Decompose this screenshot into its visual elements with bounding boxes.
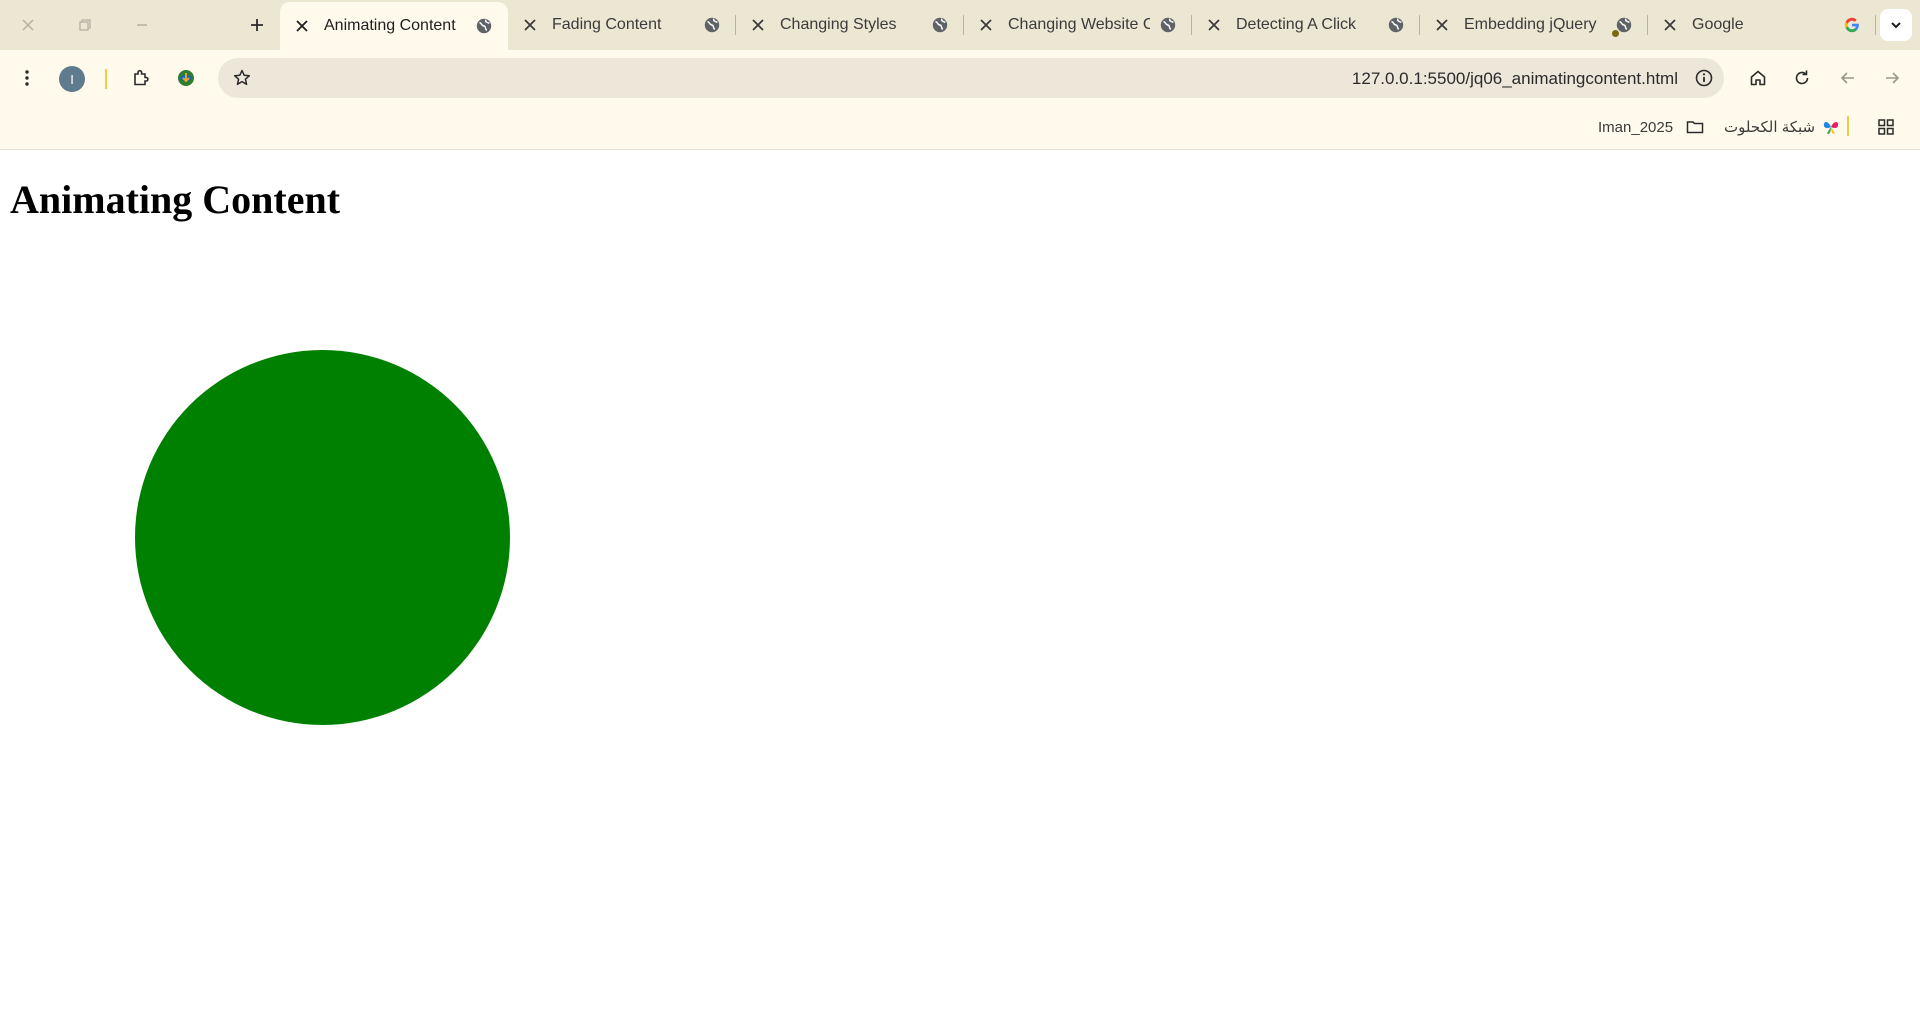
page-viewport: Animating Content bbox=[0, 151, 1920, 1013]
folder-icon bbox=[1686, 121, 1704, 134]
tab-title: Fading Content bbox=[552, 16, 662, 33]
extension-download-manager-button[interactable] bbox=[168, 60, 204, 96]
tab-title: Google bbox=[1692, 16, 1744, 33]
close-tab-button[interactable] bbox=[1432, 15, 1452, 35]
tab-list: Animating Content Fading Content Changin… bbox=[280, 0, 1876, 50]
globe-icon bbox=[1386, 15, 1406, 35]
close-tab-button[interactable] bbox=[748, 15, 768, 35]
close-window-button[interactable] bbox=[13, 10, 43, 40]
tab-separator bbox=[1875, 15, 1876, 35]
restore-window-button[interactable] bbox=[70, 10, 100, 40]
tab-embedding-jquery[interactable]: Embedding jQuery bbox=[1420, 0, 1648, 50]
close-tab-button[interactable] bbox=[976, 15, 996, 35]
tab-detecting-a-click[interactable]: Detecting A Click bbox=[1192, 0, 1420, 50]
close-icon bbox=[296, 20, 308, 32]
bookmarks-bar: Iman_2025 شبكة الكحلوت bbox=[0, 106, 1920, 150]
bookmarks-separator bbox=[1847, 116, 1849, 136]
tab-title: Changing Website Co bbox=[1008, 16, 1150, 33]
tab-fading-content[interactable]: Fading Content bbox=[508, 0, 736, 50]
close-icon bbox=[1208, 19, 1220, 31]
close-icon bbox=[524, 19, 536, 31]
bookmark-label: Iman_2025 bbox=[1598, 118, 1674, 136]
menu-button[interactable] bbox=[9, 60, 45, 96]
new-tab-button[interactable] bbox=[242, 10, 272, 40]
tab-title: Changing Styles bbox=[780, 16, 897, 33]
animated-circle bbox=[135, 350, 510, 725]
page-title: Animating Content bbox=[10, 177, 341, 222]
tab-title: Detecting A Click bbox=[1236, 16, 1357, 33]
download-manager-icon bbox=[178, 70, 194, 86]
chevron-down-icon bbox=[1891, 22, 1901, 29]
plus-icon bbox=[251, 19, 263, 31]
close-tab-button[interactable] bbox=[1660, 15, 1680, 35]
globe-icon bbox=[1158, 15, 1178, 35]
globe-icon bbox=[930, 15, 950, 35]
tab-search-button[interactable] bbox=[1880, 9, 1912, 41]
url-text[interactable]: 127.0.0.1:5500/jq06_animatingcontent.htm… bbox=[1352, 69, 1678, 89]
apps-button[interactable] bbox=[1876, 114, 1896, 140]
restore-icon bbox=[79, 19, 91, 31]
arrow-left-icon bbox=[1840, 72, 1854, 84]
toolbar-separator bbox=[105, 69, 107, 89]
globe-icon bbox=[1612, 15, 1634, 37]
tab-changing-styles[interactable]: Changing Styles bbox=[736, 0, 964, 50]
bookmark-label: شبكة الكحلوت bbox=[1724, 119, 1816, 136]
close-tab-button[interactable] bbox=[1204, 15, 1224, 35]
close-icon bbox=[22, 19, 34, 31]
reload-icon bbox=[1795, 70, 1809, 85]
close-tab-button[interactable] bbox=[520, 15, 540, 35]
extensions-button[interactable] bbox=[123, 60, 159, 96]
bookmark-alkahlout[interactable]: شبكة الكحلوت bbox=[1724, 114, 1841, 140]
forward-button[interactable] bbox=[1874, 60, 1910, 96]
globe-icon bbox=[474, 16, 494, 36]
minimize-window-button[interactable] bbox=[127, 10, 157, 40]
tab-alert-dot bbox=[1612, 30, 1619, 37]
arrow-right-icon bbox=[1886, 72, 1900, 84]
close-tab-button[interactable] bbox=[292, 16, 312, 36]
more-vertical-icon bbox=[25, 70, 29, 86]
close-icon bbox=[1664, 19, 1676, 31]
puzzle-icon bbox=[134, 69, 149, 86]
close-icon bbox=[980, 19, 992, 31]
address-bar[interactable]: 127.0.0.1:5500/jq06_animatingcontent.htm… bbox=[218, 58, 1724, 98]
profile-avatar[interactable]: I bbox=[59, 66, 85, 92]
apps-grid-icon bbox=[1878, 119, 1894, 135]
tab-strip: Animating Content Fading Content Changin… bbox=[0, 0, 1920, 50]
minimize-icon bbox=[137, 24, 147, 26]
back-button[interactable] bbox=[1830, 60, 1866, 96]
home-button[interactable] bbox=[1740, 60, 1776, 96]
home-icon bbox=[1750, 70, 1766, 86]
globe-icon bbox=[702, 15, 722, 35]
google-icon bbox=[1842, 15, 1862, 35]
tab-changing-website[interactable]: Changing Website Co bbox=[964, 0, 1192, 50]
butterfly-icon bbox=[1824, 122, 1839, 134]
close-icon bbox=[752, 19, 764, 31]
close-icon bbox=[1436, 19, 1448, 31]
tab-title: Animating Content bbox=[324, 17, 456, 34]
star-icon[interactable] bbox=[232, 68, 252, 88]
bookmark-folder-iman[interactable]: Iman_2025 bbox=[1598, 114, 1705, 140]
tab-title: Embedding jQuery bbox=[1464, 16, 1597, 33]
tab-animating-content[interactable]: Animating Content bbox=[280, 2, 508, 50]
reload-button[interactable] bbox=[1784, 60, 1820, 96]
tab-google[interactable]: Google bbox=[1648, 0, 1876, 50]
info-icon[interactable] bbox=[1694, 68, 1714, 88]
